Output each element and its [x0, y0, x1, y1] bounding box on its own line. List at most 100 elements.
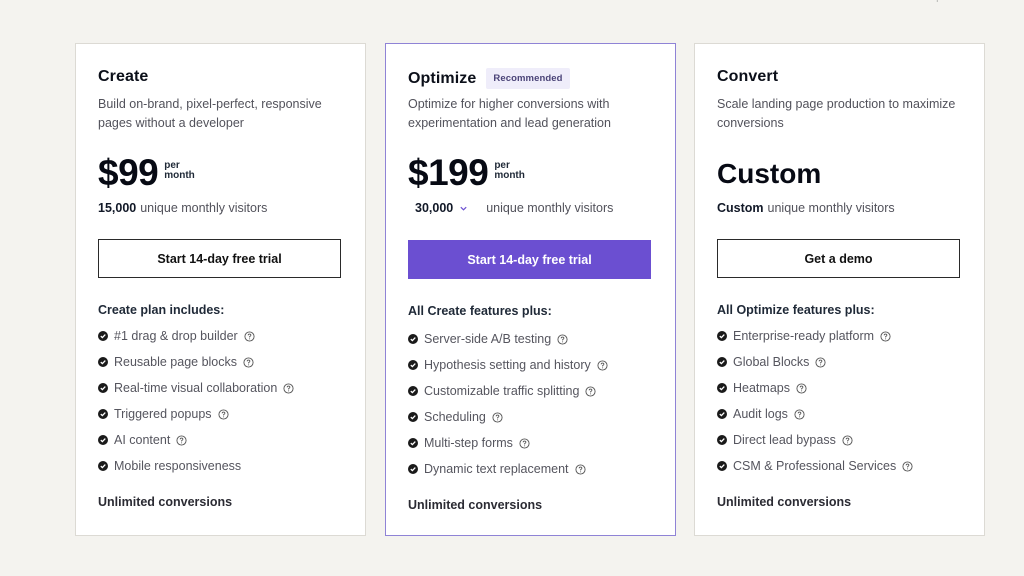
recommended-badge: Recommended [486, 68, 570, 89]
plan-card-convert: Convert Scale landing page production to… [694, 43, 985, 536]
chevron-down-icon [460, 206, 467, 211]
feature-label: Server-side A/B testing [424, 332, 552, 346]
check-circle-icon [717, 435, 727, 445]
visitors-dropdown[interactable]: 30,000 [415, 201, 468, 215]
check-circle-icon [408, 386, 418, 396]
plan-card-create: Create Build on-brand, pixel-perfect, re… [75, 43, 366, 536]
help-icon[interactable] [597, 359, 608, 371]
price-period: per month [494, 161, 525, 181]
plan-description: Scale landing page production to maximiz… [717, 97, 956, 130]
check-circle-icon [717, 331, 727, 341]
feature-item: Heatmaps [717, 375, 913, 401]
feature-item: Scheduling [408, 404, 608, 430]
unlimited-conversions: Unlimited conversions [408, 498, 543, 512]
features-heading: All Optimize features plus: [717, 303, 875, 317]
help-icon[interactable] [492, 411, 503, 423]
price-row: $99 per month [98, 152, 195, 194]
help-icon[interactable] [574, 463, 586, 475]
check-circle-icon [98, 357, 108, 367]
check-circle-icon [98, 409, 108, 419]
price-row: $199 per month [408, 152, 525, 194]
feature-item: Reusable page blocks [98, 349, 294, 375]
help-icon[interactable] [243, 356, 254, 368]
plan-description: Optimize for higher conversions with exp… [408, 97, 611, 130]
check-circle-icon [98, 461, 108, 471]
visitors-info: Custom unique monthly visitors [717, 201, 895, 215]
price-period: per month [164, 161, 195, 181]
help-icon[interactable] [842, 434, 853, 446]
help-icon[interactable] [794, 408, 805, 420]
feature-item: Server-side A/B testing [408, 326, 608, 352]
visitors-label: unique monthly visitors [486, 201, 614, 215]
help-icon[interactable] [519, 437, 530, 449]
feature-label: Audit logs [733, 407, 788, 421]
feature-label: Dynamic text replacement [424, 462, 569, 476]
feature-label: CSM & Professional Services [733, 459, 897, 473]
help-icon[interactable] [796, 382, 807, 394]
feature-label: Enterprise-ready platform [733, 329, 875, 343]
feature-label: Multi-step forms [424, 436, 513, 450]
feature-item: Customizable traffic splitting [408, 378, 608, 404]
help-icon[interactable] [557, 333, 568, 345]
feature-item: CSM & Professional Services [717, 453, 913, 479]
plan-price: Custom [717, 158, 822, 189]
plan-description: Build on-brand, pixel-perfect, responsiv… [98, 97, 322, 130]
visitors-info: 30,000 unique monthly visitors [408, 201, 613, 215]
check-circle-icon [98, 383, 108, 393]
check-circle-icon [408, 360, 418, 370]
start-trial-button[interactable]: Start 14-day free trial [98, 239, 341, 278]
feature-list: Enterprise-ready platform Global Blocks He… [717, 323, 913, 479]
feature-item: Real-time visual collaboration [98, 375, 294, 401]
help-icon[interactable] [880, 330, 891, 342]
visitors-label: unique monthly visitors [767, 201, 895, 215]
help-icon[interactable] [902, 460, 913, 472]
get-demo-button[interactable]: Get a demo [717, 239, 960, 278]
feature-label: Heatmaps [733, 381, 790, 395]
features-heading: Create plan includes: [98, 303, 225, 317]
month-label: month [494, 170, 525, 181]
plan-name: Optimize Recommended [408, 68, 570, 89]
feature-list: #1 drag & drop builder Reusable page bloc… [98, 323, 294, 479]
check-circle-icon [98, 331, 108, 341]
feature-label: #1 drag & drop builder [114, 329, 238, 343]
feature-item: #1 drag & drop builder [98, 323, 294, 349]
check-circle-icon [717, 383, 727, 393]
feature-label: Customizable traffic splitting [424, 384, 580, 398]
check-circle-icon [408, 464, 418, 474]
check-circle-icon [717, 409, 727, 419]
plan-name: Create [98, 68, 148, 86]
start-trial-button[interactable]: Start 14-day free trial [408, 240, 651, 279]
feature-item: Dynamic text replacement [408, 456, 608, 482]
help-icon[interactable] [585, 385, 596, 397]
plan-title: Convert [717, 68, 779, 85]
plan-price: $99 [98, 152, 159, 193]
help-icon[interactable] [815, 356, 826, 368]
help-icon[interactable] [244, 330, 255, 342]
feature-label: Scheduling [424, 410, 486, 424]
visitors-info: 15,000 unique monthly visitors [98, 201, 267, 215]
plan-price: $199 [408, 152, 489, 193]
help-icon[interactable] [217, 408, 229, 420]
feature-item: AI content [98, 427, 294, 453]
check-circle-icon [408, 334, 418, 344]
plan-title: Optimize [408, 69, 477, 87]
feature-item: Triggered popups [98, 401, 294, 427]
month-label: month [164, 170, 195, 181]
visitors-value: 15,000 [98, 201, 137, 215]
visitors-value: Custom [717, 201, 764, 215]
feature-item: Hypothesis setting and history [408, 352, 608, 378]
feature-item: Global Blocks [717, 349, 913, 375]
help-icon[interactable] [176, 434, 187, 446]
plan-title: Create [98, 68, 149, 85]
feature-label: AI content [114, 433, 171, 447]
feature-item: Direct lead bypass [717, 427, 913, 453]
feature-item: Enterprise-ready platform [717, 323, 913, 349]
check-circle-icon [717, 357, 727, 367]
help-icon[interactable] [283, 382, 294, 394]
check-circle-icon [717, 461, 727, 471]
feature-label: Mobile responsiveness [114, 459, 242, 473]
feature-item: Mobile responsiveness [98, 453, 294, 479]
feature-item: Audit logs [717, 401, 913, 427]
feature-label: Hypothesis setting and history [424, 358, 591, 372]
feature-label: Real-time visual collaboration [114, 381, 278, 395]
